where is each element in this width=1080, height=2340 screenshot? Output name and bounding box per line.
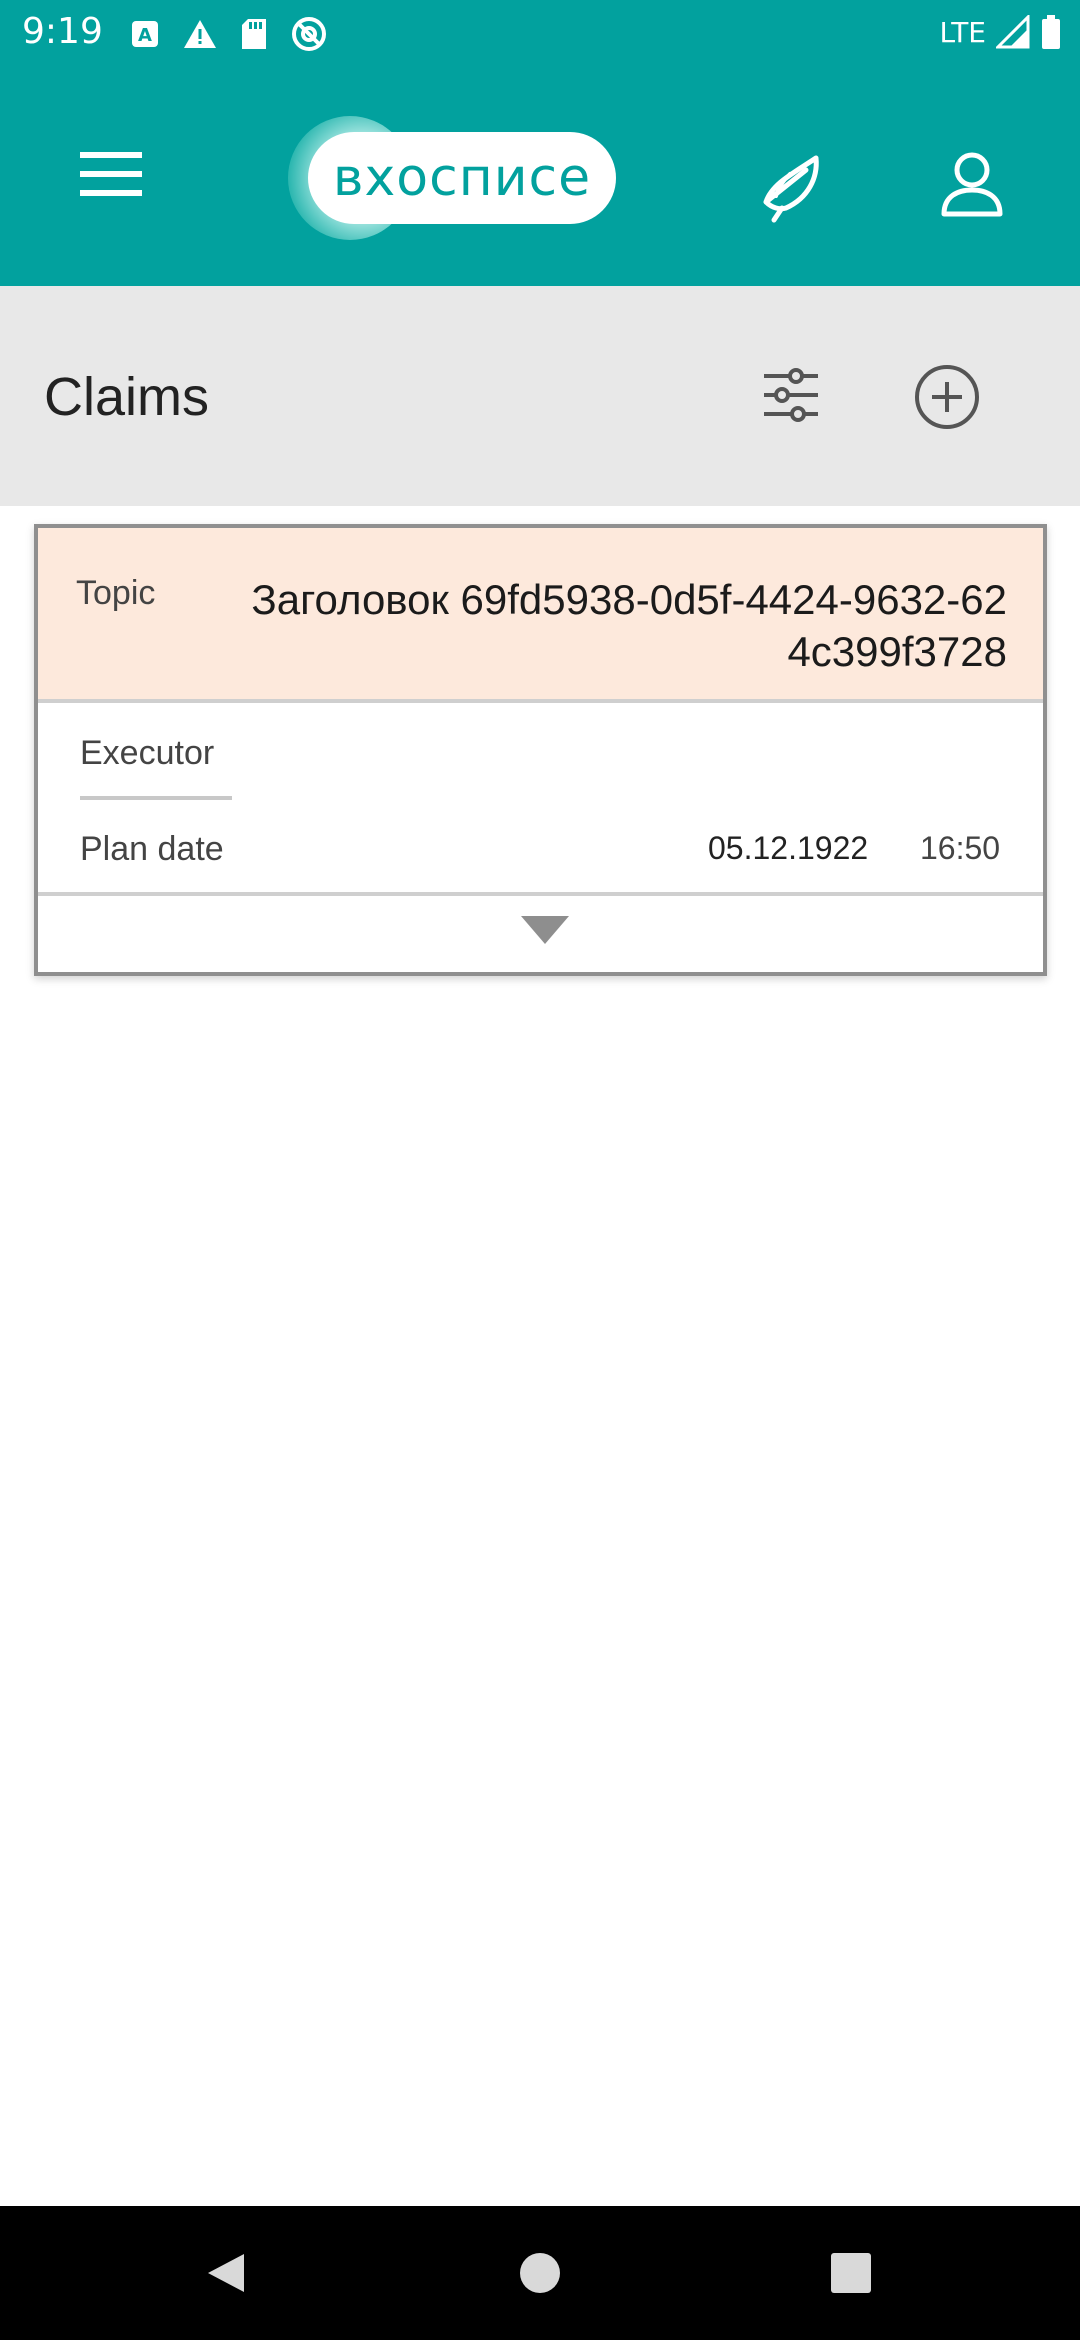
expand-arrow-icon	[521, 916, 569, 944]
svg-text:A: A	[138, 25, 152, 46]
sd-card-icon	[242, 19, 266, 49]
status-bar: 9:19 A LTE	[0, 0, 1080, 66]
app-logo: вхосписе	[288, 112, 618, 242]
filter-icon	[764, 368, 818, 422]
filter-button[interactable]	[758, 362, 824, 428]
topic-value: Заголовок 69fd5938-0d5f-4424-9632-624c39…	[251, 576, 1007, 675]
feather-icon	[763, 155, 819, 223]
signal-icon	[996, 15, 1030, 49]
sync-icon	[292, 17, 326, 51]
add-circle-icon	[915, 365, 979, 429]
expand-card-button[interactable]	[38, 892, 1043, 976]
screen: 9:19 A LTE вхосписе Claims Topic Заголов…	[0, 0, 1080, 2340]
profile-icon	[941, 152, 1003, 217]
executor-label: Executor	[80, 734, 215, 772]
system-icons: LTE	[939, 12, 1062, 52]
home-icon[interactable]	[519, 2252, 561, 2294]
network-type: LTE	[939, 15, 986, 49]
battery-icon	[1042, 15, 1060, 49]
app-bar: вхосписе	[0, 66, 1080, 286]
topic-row: Topic Заголовок 69fd5938-0d5f-4424-9632-…	[38, 528, 1043, 703]
claims-header: Claims	[0, 286, 1080, 506]
plan-date-label: Plan date	[80, 830, 224, 868]
claim-card[interactable]: Topic Заголовок 69fd5938-0d5f-4424-9632-…	[34, 524, 1047, 976]
menu-icon	[80, 152, 142, 196]
feather-button[interactable]	[752, 144, 836, 228]
plan-time-value: 16:50	[920, 830, 1001, 866]
recent-apps-icon[interactable]	[830, 2252, 872, 2294]
topic-label: Topic	[76, 574, 156, 612]
executor-underline	[80, 796, 232, 800]
notification-icons: A	[130, 14, 328, 54]
back-icon[interactable]	[204, 2250, 250, 2296]
add-claim-button[interactable]	[912, 362, 982, 432]
warning-icon	[184, 20, 216, 48]
logo-pill: вхосписе	[308, 132, 616, 224]
profile-button[interactable]	[930, 144, 1014, 228]
a-notification-icon: A	[132, 21, 158, 47]
status-time: 9:19	[22, 11, 103, 52]
system-nav-bar	[0, 2206, 1080, 2340]
plan-date-value: 05.12.1922	[708, 830, 869, 866]
menu-button[interactable]	[70, 142, 152, 206]
logo-text: вхосписе	[332, 148, 592, 208]
page-title: Claims	[44, 367, 210, 427]
